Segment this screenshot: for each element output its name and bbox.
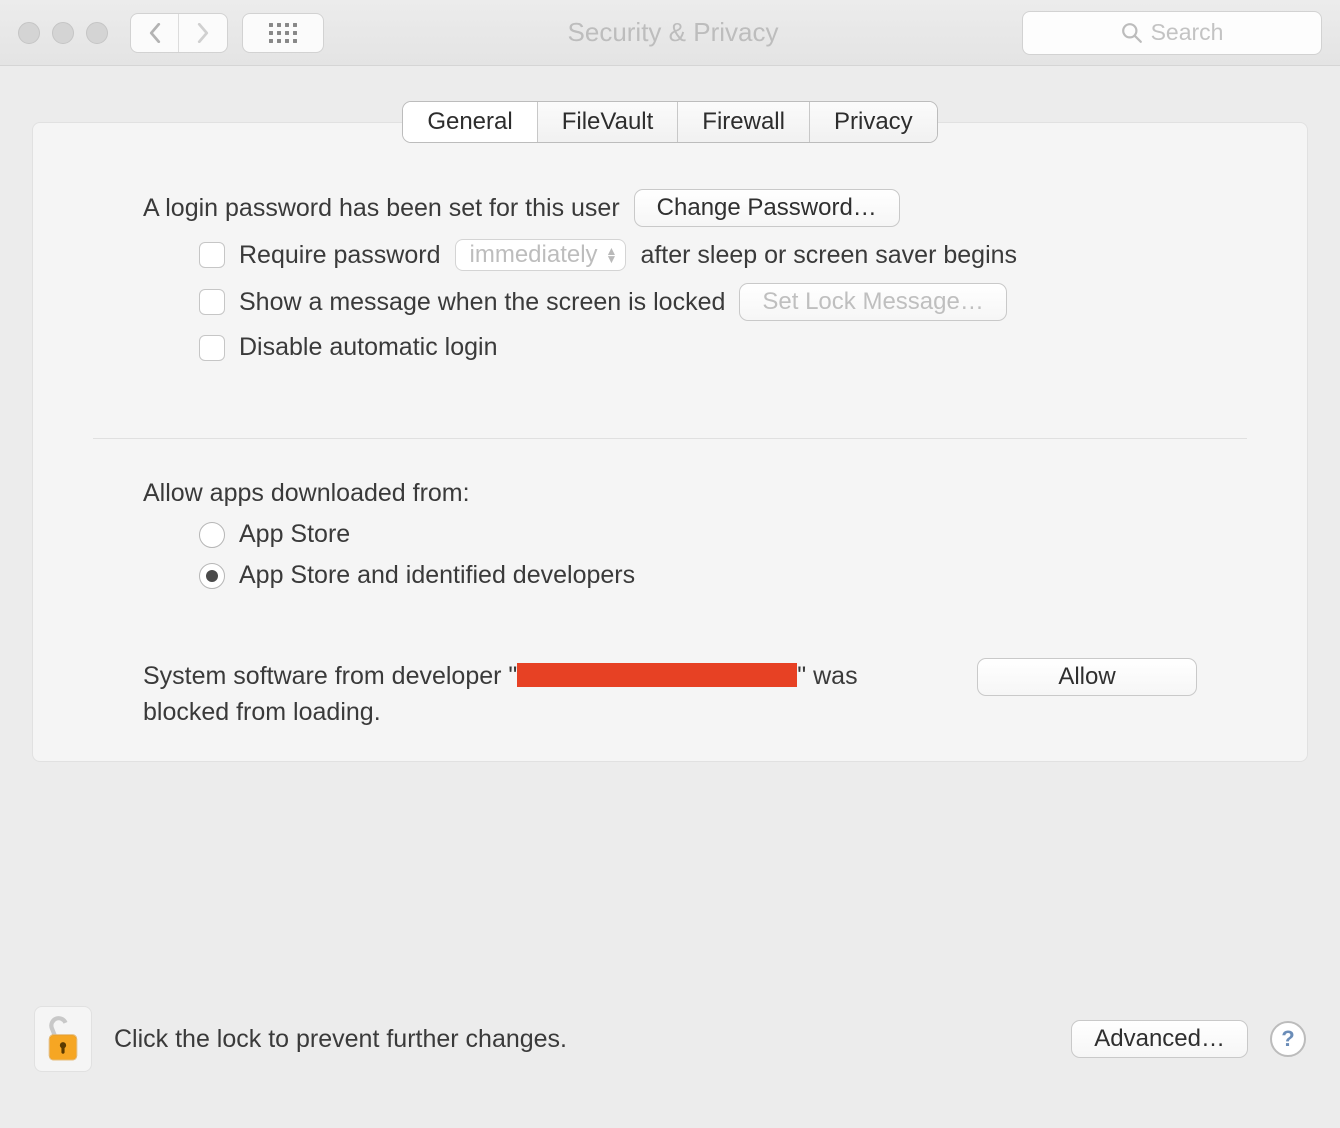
footer: Click the lock to prevent further change… [0,988,1340,1128]
require-password-checkbox[interactable] [199,242,225,268]
zoom-window-button[interactable] [86,22,108,44]
require-password-label-before: Require password [239,241,441,270]
disable-auto-login-label: Disable automatic login [239,333,497,362]
require-password-delay-value: immediately [470,241,598,269]
preferences-panel: General FileVault Firewall Privacy A log… [32,122,1308,762]
radio-app-store[interactable] [199,522,225,548]
window-controls [18,22,108,44]
search-input[interactable]: Search [1022,11,1322,55]
tab-filevault[interactable]: FileVault [538,102,679,142]
chevron-right-icon [195,23,211,43]
require-password-label-after: after sleep or screen saver begins [640,241,1017,270]
radio-app-store-label: App Store [239,520,350,549]
tab-general[interactable]: General [403,102,537,142]
tab-bar: General FileVault Firewall Privacy [402,101,937,143]
help-icon: ? [1281,1026,1294,1052]
set-lock-message-button: Set Lock Message… [739,283,1006,321]
back-button[interactable] [131,14,179,52]
tab-firewall[interactable]: Firewall [678,102,810,142]
blocked-developer-row: System software from developer "" was bl… [33,658,1307,731]
window-title: Security & Privacy [334,17,1012,48]
radio-identified-developers[interactable] [199,563,225,589]
allow-button[interactable]: Allow [977,658,1197,696]
close-window-button[interactable] [18,22,40,44]
forward-button[interactable] [179,14,227,52]
allow-apps-section: Allow apps downloaded from: App Store Ap… [33,439,1307,612]
lock-button[interactable] [34,1006,92,1072]
lock-hint-text: Click the lock to prevent further change… [114,1025,1049,1054]
require-password-delay-select[interactable]: immediately ▲▼ [455,239,627,271]
advanced-button[interactable]: Advanced… [1071,1020,1248,1058]
radio-identified-developers-label: App Store and identified developers [239,561,635,590]
titlebar: Security & Privacy Search [0,0,1340,66]
login-password-section: A login password has been set for this u… [33,143,1307,408]
unlocked-padlock-icon [42,1011,84,1067]
search-icon [1121,22,1143,44]
search-placeholder: Search [1151,19,1224,46]
blocked-prefix: System software from developer " [143,662,517,690]
nav-group [130,13,228,53]
chevron-left-icon [147,23,163,43]
grid-icon [269,23,297,43]
show-all-button[interactable] [242,13,324,53]
allow-apps-heading: Allow apps downloaded from: [143,479,470,508]
stepper-icon: ▲▼ [606,247,618,263]
redacted-developer-name [517,663,797,687]
show-lock-message-checkbox[interactable] [199,289,225,315]
show-lock-message-label: Show a message when the screen is locked [239,288,725,317]
tab-privacy[interactable]: Privacy [810,102,937,142]
blocked-developer-text: System software from developer "" was bl… [143,658,863,731]
disable-auto-login-checkbox[interactable] [199,335,225,361]
minimize-window-button[interactable] [52,22,74,44]
change-password-button[interactable]: Change Password… [634,189,900,227]
help-button[interactable]: ? [1270,1021,1306,1057]
login-password-text: A login password has been set for this u… [143,194,620,223]
